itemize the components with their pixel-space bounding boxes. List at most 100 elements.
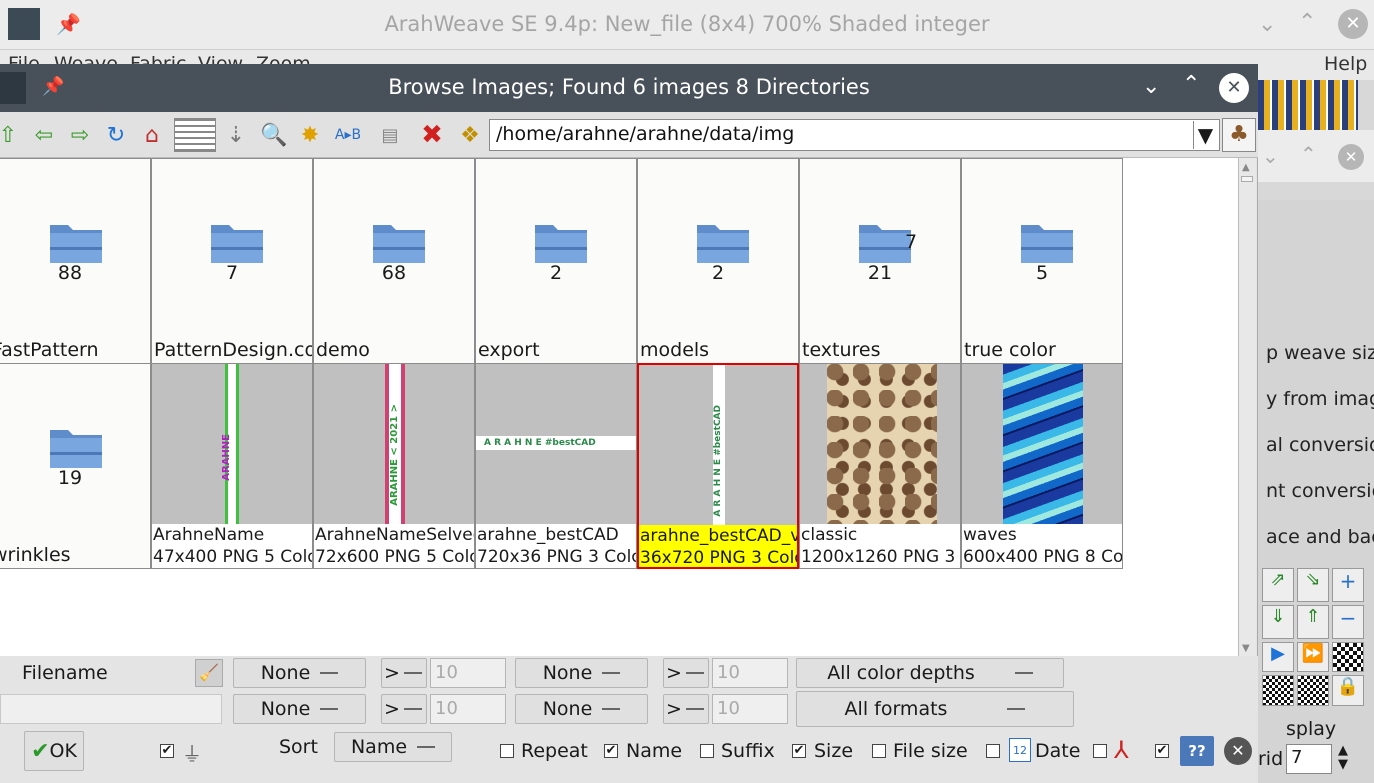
file-size-checkbox[interactable] bbox=[872, 744, 886, 758]
image-cell[interactable]: A R A H N E #bestCADarahne_bestCAD_verti… bbox=[637, 363, 799, 569]
shift-diag-up-icon[interactable]: ⇗ bbox=[1262, 568, 1294, 602]
dialog-minimize-icon[interactable]: ⌄ bbox=[1142, 74, 1160, 99]
help-folder-icon[interactable]: ?? bbox=[1180, 736, 1214, 766]
ok-button[interactable]: ✔ OK bbox=[24, 731, 84, 771]
image-name: arahne_bestCAD bbox=[477, 525, 619, 545]
clear-brush-icon[interactable]: 🧹 bbox=[195, 659, 223, 687]
image-thumbnail: ARAHNE bbox=[152, 364, 312, 524]
folder-name: wrinkles bbox=[0, 544, 71, 566]
up-dir-icon[interactable]: ⇧ bbox=[0, 118, 24, 152]
repeat-checkbox[interactable] bbox=[500, 744, 514, 758]
folder-icon bbox=[209, 219, 265, 265]
grid-spinner-input[interactable]: 7 bbox=[1286, 744, 1332, 774]
folder-cell[interactable]: 2 models bbox=[637, 158, 799, 364]
filter2-value-input[interactable]: 10 bbox=[712, 658, 788, 688]
image-thumbnail: ARAHNE < 2021 > bbox=[314, 364, 474, 524]
rename-icon[interactable]: A▸B bbox=[332, 118, 364, 152]
folder-cell[interactable]: 7 PatternDesign.com bbox=[151, 158, 313, 364]
shift-down-icon[interactable]: ⇓ bbox=[1262, 604, 1294, 639]
folder-cell[interactable]: 88 FastPattern bbox=[0, 158, 151, 364]
secondary-maximize-icon[interactable]: ⌃ bbox=[1300, 142, 1317, 166]
checker-red-icon[interactable] bbox=[1262, 675, 1294, 706]
zoom-in-icon[interactable]: + bbox=[1332, 568, 1364, 602]
pdf-checkbox[interactable] bbox=[1093, 744, 1107, 758]
lock-icon[interactable]: 🔒 bbox=[1332, 675, 1364, 706]
image-thumbnail: A R A H N E #bestCAD bbox=[639, 365, 797, 525]
tree-view-icon[interactable]: ♣ bbox=[1222, 118, 1256, 152]
date-checkbox[interactable] bbox=[986, 744, 1000, 758]
shift-up-icon[interactable]: ⇑ bbox=[1297, 604, 1329, 639]
filter1-value-input[interactable]: 10 bbox=[430, 658, 506, 688]
preview-search-icon[interactable]: 🔍 bbox=[258, 118, 290, 152]
menu-help[interactable]: Help bbox=[1324, 53, 1367, 75]
formats-select[interactable]: All formats bbox=[796, 691, 1074, 727]
name-checkbox[interactable]: ✔ bbox=[604, 744, 618, 758]
minimize-icon[interactable]: ⌄ bbox=[1258, 12, 1276, 37]
checker-green-icon[interactable] bbox=[1297, 675, 1329, 706]
filter-toggle-checkbox[interactable]: ✔ bbox=[160, 744, 174, 758]
image-cell[interactable]: ARAHNE < 2021 >ArahneNameSelvedge72x600 … bbox=[313, 363, 475, 569]
side-item-nt-conversion[interactable]: nt conversion bbox=[1266, 480, 1374, 502]
home-icon[interactable]: ⌂ bbox=[136, 118, 168, 152]
scrollbar[interactable]: ▲ ▼ bbox=[1238, 158, 1256, 656]
image-cell[interactable]: waves600x400 PNG 8 Colors bbox=[961, 363, 1123, 569]
filter4-op-select[interactable]: > bbox=[663, 694, 709, 724]
zoom-out-icon[interactable]: − bbox=[1332, 604, 1364, 639]
image-cell[interactable]: ARAHNEArahneName47x400 PNG 5 Colors bbox=[151, 363, 313, 569]
filter2-select[interactable]: None bbox=[515, 658, 648, 688]
secondary-close-icon[interactable]: ✕ bbox=[1338, 144, 1364, 170]
filter1-op-select[interactable]: > bbox=[381, 658, 427, 688]
dialog-maximize-icon[interactable]: ⌃ bbox=[1182, 72, 1200, 97]
image-cell[interactable]: classic1200x1260 PNG 3 Colors bbox=[799, 363, 961, 569]
checker-icon[interactable] bbox=[1332, 641, 1364, 673]
folder-name: models bbox=[640, 339, 710, 361]
folder-cell[interactable]: 5 true color bbox=[961, 158, 1123, 364]
list-view-icon[interactable] bbox=[174, 118, 216, 152]
filename-filter-input[interactable] bbox=[0, 694, 222, 724]
fast-forward-icon[interactable]: ⏩ bbox=[1297, 641, 1329, 673]
folder-cell[interactable]: 68 demo bbox=[313, 158, 475, 364]
secondary-minimize-icon[interactable]: ⌄ bbox=[1262, 144, 1279, 168]
filter3-value-input[interactable]: 10 bbox=[430, 694, 506, 724]
filter1-select[interactable]: None bbox=[233, 658, 366, 688]
size-checkbox[interactable]: ✔ bbox=[792, 744, 806, 758]
sort-select[interactable]: Name bbox=[334, 732, 452, 762]
cancel-icon[interactable]: ✕ bbox=[1224, 737, 1252, 765]
color-depth-select[interactable]: All color depths bbox=[796, 658, 1064, 688]
side-item-conversion[interactable]: al conversion bbox=[1266, 434, 1374, 456]
dialog-close-icon[interactable]: ✕ bbox=[1219, 73, 1249, 103]
refresh-icon[interactable]: ↻ bbox=[100, 118, 132, 152]
side-item-face-back[interactable]: ace and back bbox=[1266, 526, 1374, 548]
play-icon[interactable]: ▶ bbox=[1262, 641, 1294, 673]
folder-cell[interactable]: 21 7 textures bbox=[799, 158, 961, 364]
side-item-from-image[interactable]: y from image bbox=[1266, 388, 1374, 410]
side-item-weave-size[interactable]: p weave size bbox=[1266, 342, 1374, 364]
image-cell[interactable]: A R A H N E #bestCAD arahne_bestCAD 720x36… bbox=[475, 363, 637, 569]
back-icon[interactable]: ⇦ bbox=[28, 118, 60, 152]
filter3-op-select[interactable]: > bbox=[381, 694, 427, 724]
shift-diag-down-icon[interactable]: ⇘ bbox=[1297, 568, 1329, 602]
filter2-op-select[interactable]: > bbox=[663, 658, 709, 688]
filter4-select[interactable]: None bbox=[515, 694, 648, 724]
delete-icon[interactable]: ✖ bbox=[416, 118, 448, 152]
path-input[interactable]: /home/arahne/arahne/data/img bbox=[489, 119, 1220, 151]
convert-icon[interactable]: ▤ bbox=[370, 118, 410, 152]
folder-cell[interactable]: 2 export bbox=[475, 158, 637, 364]
sort-down-icon[interactable]: ⇣ bbox=[220, 118, 252, 152]
new-folder-icon[interactable]: ✸ bbox=[294, 118, 326, 152]
folder-cell[interactable]: 19 wrinkles bbox=[0, 363, 151, 569]
image-meta: arahne_bestCAD720x36 PNG 3 Colors bbox=[476, 524, 636, 568]
path-dropdown-icon[interactable]: ▼ bbox=[1193, 121, 1217, 149]
filter4-value-input[interactable]: 10 bbox=[712, 694, 788, 724]
grid-spinner-arrows[interactable]: ▲ ▼ bbox=[1338, 744, 1348, 772]
folder-count: 2 bbox=[711, 262, 725, 284]
sort-label: Sort bbox=[279, 736, 318, 758]
close-icon[interactable]: ✕ bbox=[1338, 9, 1368, 39]
maximize-icon[interactable]: ⌃ bbox=[1298, 10, 1316, 35]
forward-icon[interactable]: ⇨ bbox=[64, 118, 96, 152]
pattern-icon[interactable]: ❖ bbox=[454, 118, 486, 152]
help-checkbox[interactable]: ✔ bbox=[1155, 744, 1169, 758]
display-label: splay bbox=[1286, 718, 1337, 740]
suffix-checkbox[interactable] bbox=[700, 744, 714, 758]
filter3-select[interactable]: None bbox=[233, 694, 366, 724]
